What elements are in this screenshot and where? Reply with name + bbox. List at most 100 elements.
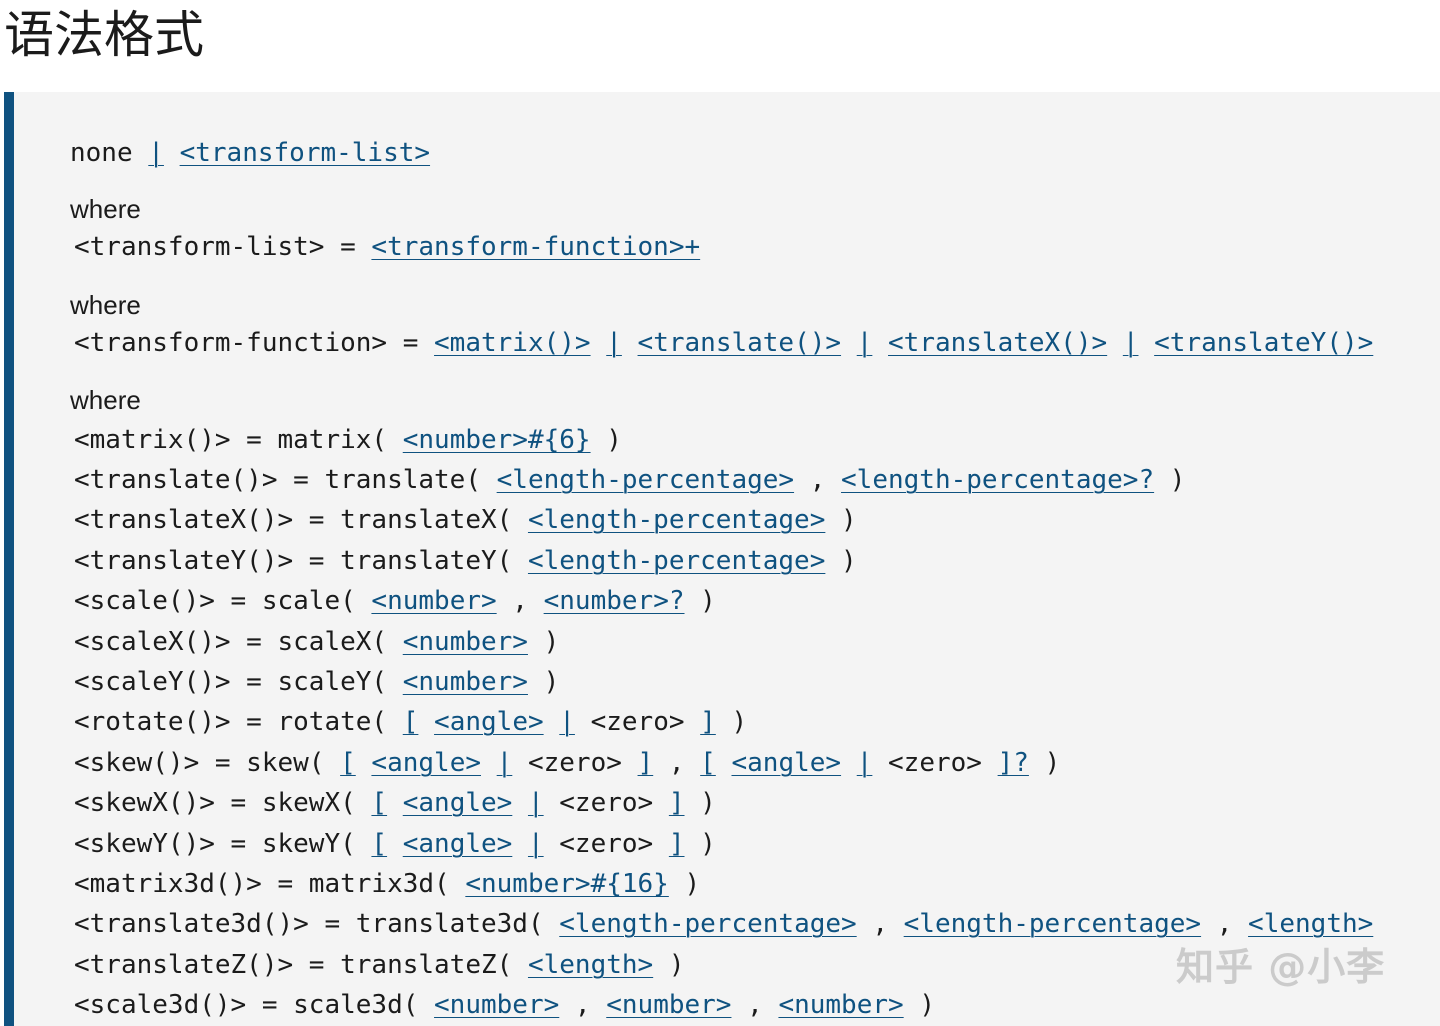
syntax-definition-line: <transform-list> = <transform-function>+ <box>74 230 700 264</box>
syntax-text: ) <box>653 950 685 980</box>
syntax-link[interactable]: <translateX()> <box>888 328 1107 358</box>
syntax-text: none <box>70 138 149 168</box>
syntax-definition-line: <skewY()> = skewY( [ <angle> | <zero> ] … <box>74 827 716 861</box>
syntax-text: ) <box>668 869 701 899</box>
syntax-text: , <box>653 748 701 778</box>
syntax-link[interactable]: <number> <box>606 990 731 1020</box>
syntax-link[interactable]: ] <box>669 788 685 818</box>
syntax-text: <scaleX()> = scaleX( <box>74 627 403 657</box>
syntax-text <box>544 707 560 737</box>
syntax-link[interactable]: ] <box>700 707 716 737</box>
syntax-link[interactable]: <number> <box>403 627 528 657</box>
syntax-link[interactable]: [ <box>371 788 387 818</box>
syntax-link[interactable]: [ <box>371 829 387 859</box>
syntax-link[interactable]: | <box>559 707 575 737</box>
syntax-text <box>512 788 528 818</box>
syntax-link[interactable]: <number>#{16} <box>465 869 669 899</box>
syntax-definition-line: <transform-function> = <matrix()> | <tra… <box>74 326 1373 360</box>
syntax-text: <zero> <box>512 748 638 778</box>
syntax-text <box>841 328 857 358</box>
where-label: where <box>70 385 141 415</box>
syntax-link[interactable]: <angle> <box>403 829 513 859</box>
syntax-text: <scale3d()> = scale3d( <box>74 990 435 1020</box>
syntax-text <box>512 829 528 859</box>
syntax-link[interactable]: ]? <box>998 748 1029 778</box>
syntax-text: ) <box>1154 465 1186 495</box>
syntax-link[interactable]: | <box>528 829 544 859</box>
syntax-text: , <box>559 990 607 1020</box>
syntax-link[interactable]: [ <box>340 748 356 778</box>
syntax-text: <transform-list> = <box>74 232 372 262</box>
syntax-link[interactable]: | <box>528 788 544 818</box>
syntax-link[interactable]: <angle> <box>403 788 513 818</box>
syntax-text: , <box>856 909 904 939</box>
syntax-link[interactable]: | <box>1123 328 1139 358</box>
syntax-link[interactable]: <length> <box>1248 909 1373 939</box>
syntax-link[interactable]: | <box>857 748 873 778</box>
syntax-link[interactable]: | <box>497 748 513 778</box>
syntax-text <box>387 788 403 818</box>
syntax-definition-line: <scaleY()> = scaleY( <number> ) <box>74 665 559 699</box>
syntax-link[interactable]: | <box>857 328 873 358</box>
syntax-definition-line: <translateY()> = translateY( <length-per… <box>74 544 857 578</box>
syntax-text <box>164 138 180 168</box>
syntax-link[interactable]: | <box>148 138 164 168</box>
syntax-link[interactable]: <length-percentage>? <box>841 465 1154 495</box>
syntax-link[interactable]: [ <box>403 707 419 737</box>
syntax-text <box>841 748 857 778</box>
syntax-link[interactable]: <number>? <box>544 586 685 616</box>
syntax-text: ) <box>684 586 716 616</box>
syntax-definition-line: <translateZ()> = translateZ( <length> ) <box>74 948 685 982</box>
syntax-text: <matrix3d()> = matrix3d( <box>74 869 466 899</box>
syntax-link[interactable]: <angle> <box>434 707 544 737</box>
syntax-link[interactable]: <transform-function>+ <box>371 232 700 262</box>
syntax-text: <skewY()> = skewY( <box>74 829 372 859</box>
syntax-text: <translateX()> = translateX( <box>74 505 528 535</box>
syntax-text <box>1107 328 1123 358</box>
syntax-text: <zero> <box>872 748 998 778</box>
syntax-link[interactable]: <angle> <box>371 748 481 778</box>
syntax-link[interactable]: <matrix()> <box>434 328 591 358</box>
syntax-link[interactable]: ] <box>638 748 654 778</box>
syntax-text: <translateY()> = translateY( <box>74 546 528 576</box>
syntax-link[interactable]: <number> <box>403 667 528 697</box>
syntax-link[interactable]: <length-percentage> <box>904 909 1201 939</box>
syntax-text: ) <box>527 627 560 657</box>
syntax-definition-line: <translate()> = translate( <length-perce… <box>74 463 1185 497</box>
syntax-definition-line: <translate3d()> = translate3d( <length-p… <box>74 907 1373 941</box>
syntax-link[interactable]: <translate()> <box>638 328 842 358</box>
syntax-text: ) <box>684 829 716 859</box>
syntax-link[interactable]: <angle> <box>731 748 841 778</box>
syntax-link[interactable]: <number> <box>778 990 903 1020</box>
syntax-definition-line: <scale()> = scale( <number> , <number>? … <box>74 584 716 618</box>
syntax-text: <skewX()> = skewX( <box>74 788 372 818</box>
syntax-link[interactable]: <number> <box>371 586 496 616</box>
syntax-text: <zero> <box>543 829 669 859</box>
syntax-text: <matrix()> = matrix( <box>74 425 403 455</box>
syntax-text <box>418 707 434 737</box>
syntax-text: ) <box>590 425 622 455</box>
syntax-text: <scale()> = scale( <box>74 586 372 616</box>
syntax-text: ) <box>903 990 935 1020</box>
syntax-link[interactable]: <length-percentage> <box>528 546 825 576</box>
syntax-text: , <box>794 465 842 495</box>
syntax-link[interactable]: <length-percentage> <box>497 465 794 495</box>
syntax-link[interactable]: ] <box>669 829 685 859</box>
syntax-link[interactable]: | <box>606 328 622 358</box>
syntax-text: <skew()> = skew( <box>74 748 341 778</box>
syntax-text <box>356 748 372 778</box>
syntax-definition-line: <skewX()> = skewX( [ <angle> | <zero> ] … <box>74 786 716 820</box>
syntax-text: ) <box>527 667 560 697</box>
syntax-link[interactable]: <transform-list> <box>180 138 430 168</box>
syntax-link[interactable]: <number>#{6} <box>403 425 591 455</box>
syntax-text: , <box>1201 909 1249 939</box>
syntax-link[interactable]: [ <box>700 748 716 778</box>
syntax-link[interactable]: <number> <box>434 990 559 1020</box>
syntax-link[interactable]: <length-percentage> <box>559 909 856 939</box>
syntax-link[interactable]: <length> <box>528 950 653 980</box>
syntax-text: , <box>496 586 544 616</box>
syntax-link[interactable]: <length-percentage> <box>528 505 825 535</box>
syntax-text <box>716 748 732 778</box>
syntax-text: ) <box>825 546 857 576</box>
syntax-link[interactable]: <translateY()> <box>1154 328 1373 358</box>
